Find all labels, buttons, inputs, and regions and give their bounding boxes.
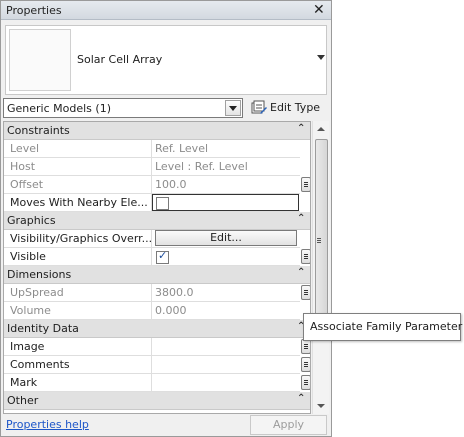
- focused-cell: [152, 194, 299, 211]
- param-row-visible: Visible: [4, 248, 300, 266]
- param-row-volume: Volume 0.000: [4, 302, 300, 320]
- window-title: Properties: [6, 4, 62, 17]
- group-label: Constraints: [7, 124, 70, 137]
- collapse-icon[interactable]: ⌃: [297, 213, 305, 224]
- close-icon[interactable]: ✕: [313, 2, 325, 18]
- group-graphics[interactable]: Graphics ⌃: [4, 212, 310, 230]
- scroll-down-icon[interactable]: [317, 404, 325, 408]
- instance-filter-dropdown[interactable]: Generic Models (1): [3, 98, 243, 118]
- collapse-icon[interactable]: ⌃: [297, 267, 305, 278]
- param-row-host: Host Level : Ref. Level: [4, 158, 300, 176]
- param-value: Level : Ref. Level: [155, 160, 248, 173]
- edit-type-label: Edit Type: [270, 101, 321, 114]
- param-name: Comments: [4, 356, 152, 374]
- group-identity-data[interactable]: Identity Data ⌃: [4, 320, 310, 338]
- chevron-down-icon[interactable]: [317, 55, 325, 60]
- instance-filter-value: Generic Models (1): [7, 102, 111, 115]
- param-name: Mark: [4, 374, 152, 392]
- param-row-image: Image: [4, 338, 300, 356]
- param-value[interactable]: 100.0: [152, 176, 300, 194]
- visibility-edit-button[interactable]: Edit...: [155, 230, 297, 246]
- param-row-level: Level Ref. Level: [4, 140, 300, 158]
- properties-help-link[interactable]: Properties help: [6, 418, 89, 431]
- associate-parameter-button[interactable]: [301, 249, 310, 264]
- group-label: Identity Data: [7, 322, 79, 335]
- vertical-scrollbar[interactable]: [312, 121, 329, 414]
- param-name: Volume: [4, 302, 152, 320]
- param-name: Visibility/Graphics Overr...: [4, 230, 152, 248]
- param-row-upspread: UpSpread 3800.0: [4, 284, 300, 302]
- edit-type-button[interactable]: Edit Type: [249, 98, 325, 118]
- tooltip: Associate Family Parameter: [303, 313, 462, 341]
- param-name: Level: [4, 140, 152, 158]
- collapse-icon[interactable]: ⌃: [297, 123, 305, 134]
- param-value[interactable]: [152, 338, 300, 356]
- scrollbar-thumb[interactable]: [315, 139, 328, 331]
- param-value: Ref. Level: [155, 142, 209, 155]
- param-name: Visible: [4, 248, 152, 266]
- param-name: Image: [4, 338, 152, 356]
- type-preview-selector[interactable]: Solar Cell Array: [5, 25, 327, 95]
- param-row-visibility-graphics: Visibility/Graphics Overr... Edit...: [4, 230, 300, 248]
- moves-with-nearby-checkbox[interactable]: [156, 197, 169, 210]
- group-label: Graphics: [7, 214, 56, 227]
- param-name: Offset: [4, 176, 152, 194]
- param-row-comments: Comments: [4, 356, 300, 374]
- apply-button[interactable]: Apply: [250, 415, 327, 435]
- param-row-mark: Mark: [4, 374, 300, 392]
- scrollbar-grip-icon: [317, 238, 321, 239]
- group-constraints[interactable]: Constraints ⌃: [4, 122, 310, 140]
- properties-grid: Constraints ⌃ Level Ref. Level Host Leve…: [3, 121, 311, 414]
- title-bar[interactable]: Properties ✕: [1, 1, 331, 20]
- dropdown-arrow-icon[interactable]: [225, 100, 241, 116]
- collapse-icon[interactable]: ⌃: [297, 393, 305, 404]
- param-value: 0.000: [155, 304, 187, 317]
- param-row-offset: Offset 100.0: [4, 176, 300, 194]
- param-value[interactable]: [152, 356, 300, 374]
- param-value[interactable]: 3800.0: [152, 284, 300, 302]
- type-name: Solar Cell Array: [77, 53, 163, 66]
- associate-parameter-button[interactable]: [301, 375, 310, 390]
- visible-checkbox[interactable]: [156, 249, 169, 264]
- associate-parameter-button[interactable]: [301, 357, 310, 372]
- param-name: UpSpread: [4, 284, 152, 302]
- type-thumbnail: [9, 29, 71, 91]
- group-label: Other: [7, 394, 39, 407]
- param-row-moves-with-nearby: Moves With Nearby Ele...: [4, 194, 300, 212]
- param-name: Host: [4, 158, 152, 176]
- associate-parameter-button[interactable]: [301, 285, 310, 300]
- associate-parameter-button[interactable]: [301, 339, 310, 354]
- param-value[interactable]: [152, 374, 300, 392]
- associate-parameter-button[interactable]: [301, 177, 310, 192]
- param-name: Moves With Nearby Ele...: [4, 194, 152, 212]
- group-dimensions[interactable]: Dimensions ⌃: [4, 266, 310, 284]
- group-label: Dimensions: [7, 268, 72, 281]
- properties-palette: Properties ✕ Solar Cell Array Generic Mo…: [0, 0, 332, 437]
- scroll-up-icon[interactable]: [317, 127, 325, 131]
- group-other[interactable]: Other ⌃: [4, 392, 310, 410]
- edit-type-icon: [251, 100, 267, 114]
